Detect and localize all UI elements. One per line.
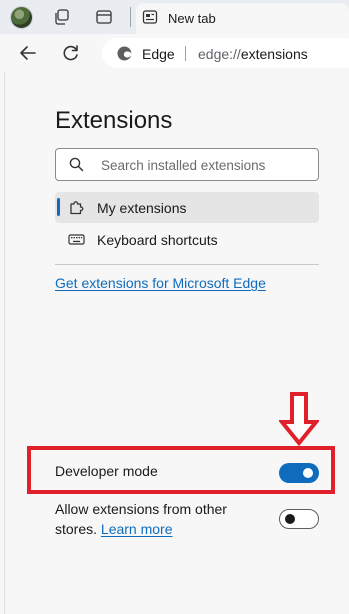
search-input[interactable]: Search installed extensions — [55, 148, 319, 181]
keyboard-icon — [68, 234, 85, 245]
tab-separator — [130, 7, 131, 27]
page-title: Extensions — [55, 107, 173, 134]
nav-item-my-extensions[interactable]: My extensions — [55, 192, 319, 223]
edge-logo-icon — [117, 46, 132, 61]
toggle-knob — [303, 468, 313, 478]
active-indicator — [57, 198, 60, 216]
toggle-knob — [285, 514, 295, 524]
learn-more-link[interactable]: Learn more — [101, 521, 173, 537]
new-tab-page-icon — [142, 10, 158, 24]
url-path: extensions — [240, 46, 308, 62]
get-extensions-link[interactable]: Get extensions for Microsoft Edge — [55, 275, 266, 291]
address-separator — [185, 46, 186, 61]
url-text: edge://extensions — [198, 46, 308, 62]
nav-label-my-extensions: My extensions — [97, 200, 187, 216]
down-arrow-annotation-icon — [279, 392, 319, 446]
puzzle-piece-icon — [70, 201, 84, 215]
refresh-icon[interactable] — [61, 43, 81, 63]
back-arrow-icon[interactable] — [18, 43, 38, 63]
nav-divider — [55, 264, 319, 265]
search-icon — [69, 157, 84, 172]
tab-title: New tab — [168, 11, 216, 26]
developer-mode-label: Developer mode — [55, 463, 158, 479]
vertical-tabs-icon[interactable] — [95, 8, 113, 26]
nav-item-keyboard-shortcuts[interactable]: Keyboard shortcuts — [55, 224, 319, 255]
site-label: Edge — [142, 46, 175, 62]
other-stores-toggle[interactable] — [279, 509, 319, 529]
workspaces-icon[interactable] — [53, 8, 71, 26]
extensions-page: Extensions Search installed extensions M… — [4, 72, 349, 614]
tab-new-tab[interactable]: New tab — [136, 3, 349, 34]
profile-avatar[interactable] — [10, 6, 33, 29]
url-scheme: edge:// — [198, 46, 241, 62]
developer-mode-toggle[interactable] — [279, 463, 319, 483]
tab-strip: New tab — [0, 0, 349, 34]
nav-label-keyboard-shortcuts: Keyboard shortcuts — [97, 232, 218, 248]
other-stores-label: Allow extensions from other stores. Lear… — [55, 499, 265, 539]
address-field[interactable]: Edge edge://extensions — [102, 38, 349, 68]
search-placeholder: Search installed extensions — [101, 158, 266, 173]
address-bar: Edge edge://extensions — [0, 34, 349, 72]
